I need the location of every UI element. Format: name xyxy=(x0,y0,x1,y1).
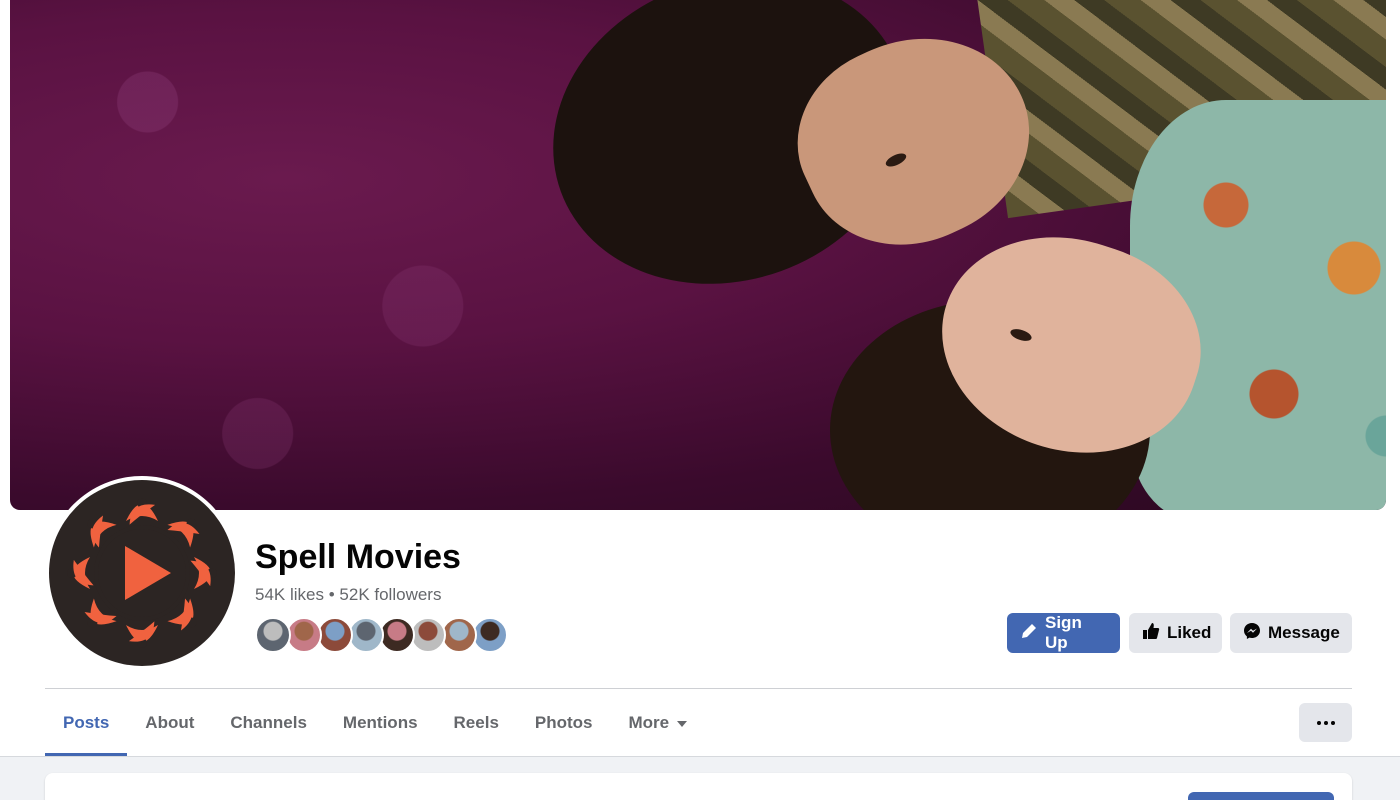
friend-avatar[interactable] xyxy=(348,617,384,653)
friend-avatar[interactable] xyxy=(379,617,415,653)
followers-count[interactable]: 52K followers xyxy=(339,585,441,604)
thumbs-up-icon xyxy=(1142,622,1160,645)
page-stats: 54K likes • 52K followers xyxy=(255,585,441,605)
message-label: Message xyxy=(1268,623,1340,642)
avatar[interactable] xyxy=(49,480,235,666)
tab-reels[interactable]: Reels xyxy=(436,690,517,756)
more-options-button[interactable] xyxy=(1299,703,1352,742)
page-title: Spell Movies xyxy=(255,538,461,576)
friend-avatars xyxy=(255,617,508,653)
sign-up-label: Sign Up xyxy=(1045,613,1082,652)
likes-count[interactable]: 54K likes xyxy=(255,585,324,604)
friend-avatar[interactable] xyxy=(286,617,322,653)
page-root: Spell Movies 54K likes • 52K followers S… xyxy=(0,0,1400,800)
tab-posts[interactable]: Posts xyxy=(45,690,128,756)
tab-channels[interactable]: Channels xyxy=(212,690,325,756)
cover-photo[interactable] xyxy=(10,0,1386,510)
message-button[interactable]: Message xyxy=(1230,613,1352,653)
page-tabs: Posts About Channels Mentions Reels Phot… xyxy=(45,690,705,756)
tab-more[interactable]: More xyxy=(611,690,706,756)
pencil-icon xyxy=(1020,622,1038,645)
tab-about[interactable]: About xyxy=(127,690,212,756)
friend-avatar[interactable] xyxy=(441,617,477,653)
liked-label: Liked xyxy=(1167,623,1212,642)
friend-avatar[interactable] xyxy=(255,617,291,653)
content-card xyxy=(45,773,1352,800)
friend-avatar[interactable] xyxy=(410,617,446,653)
header-divider xyxy=(45,688,1352,689)
tab-mentions[interactable]: Mentions xyxy=(325,690,436,756)
tab-photos[interactable]: Photos xyxy=(517,690,611,756)
caret-down-icon xyxy=(677,721,688,727)
play-icon xyxy=(67,498,217,648)
sign-up-button[interactable]: Sign Up xyxy=(1007,613,1120,653)
liked-button[interactable]: Liked xyxy=(1129,613,1222,653)
messenger-icon xyxy=(1243,622,1261,645)
friend-avatar[interactable] xyxy=(317,617,353,653)
more-dots-icon xyxy=(1316,720,1321,725)
stats-separator: • xyxy=(328,585,335,604)
friend-avatar[interactable] xyxy=(472,617,508,653)
card-action-button[interactable] xyxy=(1188,792,1334,800)
cover-couple-image xyxy=(509,0,1386,510)
